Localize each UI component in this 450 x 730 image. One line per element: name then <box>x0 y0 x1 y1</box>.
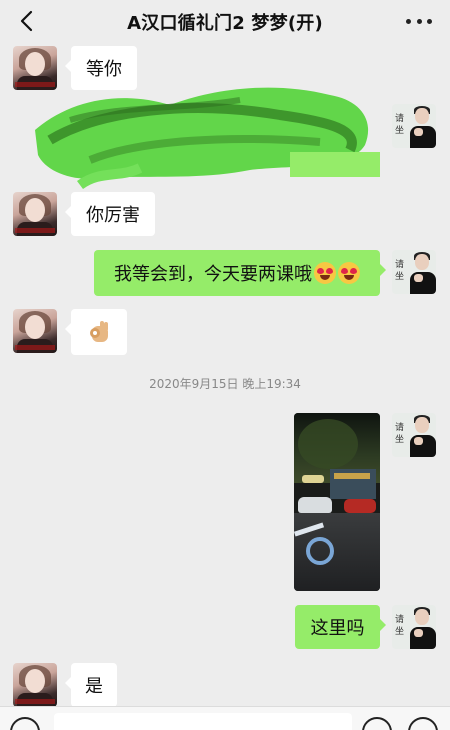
more-icon-dot <box>416 18 422 24</box>
avatar-text: 请 坐 <box>395 260 405 282</box>
photo-message[interactable] <box>294 413 380 591</box>
outgoing-message-bubble[interactable]: 我等会到，今天要两课哦 <box>94 250 386 296</box>
more-icon-dot <box>427 18 432 24</box>
emoji-icon[interactable] <box>362 717 392 730</box>
avatar-text: 请 坐 <box>395 615 405 637</box>
chat-title: A汉口循礼门2 梦梦(开) <box>127 13 323 34</box>
chevron-left-icon <box>20 10 33 32</box>
incoming-message-bubble[interactable] <box>65 309 127 355</box>
plus-icon[interactable] <box>408 717 438 730</box>
input-bar <box>0 706 450 730</box>
my-avatar[interactable]: 请 坐 <box>392 605 436 649</box>
message-text: 这里吗 <box>310 618 365 639</box>
my-avatar[interactable]: 请 坐 <box>392 104 436 148</box>
outgoing-message-bubble[interactable]: 这里吗 <box>295 605 386 649</box>
heart-eyes-emoji <box>338 262 360 284</box>
incoming-message-bubble[interactable]: 是 <box>65 663 117 707</box>
message-text: 我等会到，今天要两课哦 <box>114 264 312 285</box>
contact-avatar[interactable] <box>13 309 57 353</box>
heart-eyes-emoji <box>314 262 336 284</box>
contact-avatar[interactable] <box>13 663 57 707</box>
back-button[interactable] <box>14 8 38 34</box>
chat-header: A汉口循礼门2 梦梦(开) <box>0 0 450 44</box>
avatar-text: 请 坐 <box>395 423 405 445</box>
message-text: 是 <box>85 676 103 697</box>
more-icon-dot <box>406 18 411 24</box>
message-input[interactable] <box>54 713 352 730</box>
redacted-message-scribble <box>35 87 380 190</box>
more-button[interactable] <box>406 12 432 30</box>
my-avatar[interactable]: 请 坐 <box>392 250 436 294</box>
contact-avatar[interactable] <box>13 192 57 236</box>
ok-hand-emoji <box>88 320 110 344</box>
message-text: 你厉害 <box>86 205 140 226</box>
incoming-message-bubble[interactable]: 你厉害 <box>65 192 155 236</box>
avatar-text: 请 坐 <box>395 114 405 136</box>
message-timestamp: 2020年9月15日 晚上19:34 <box>149 377 301 391</box>
voice-icon[interactable] <box>10 717 40 730</box>
my-avatar[interactable]: 请 坐 <box>392 413 436 457</box>
